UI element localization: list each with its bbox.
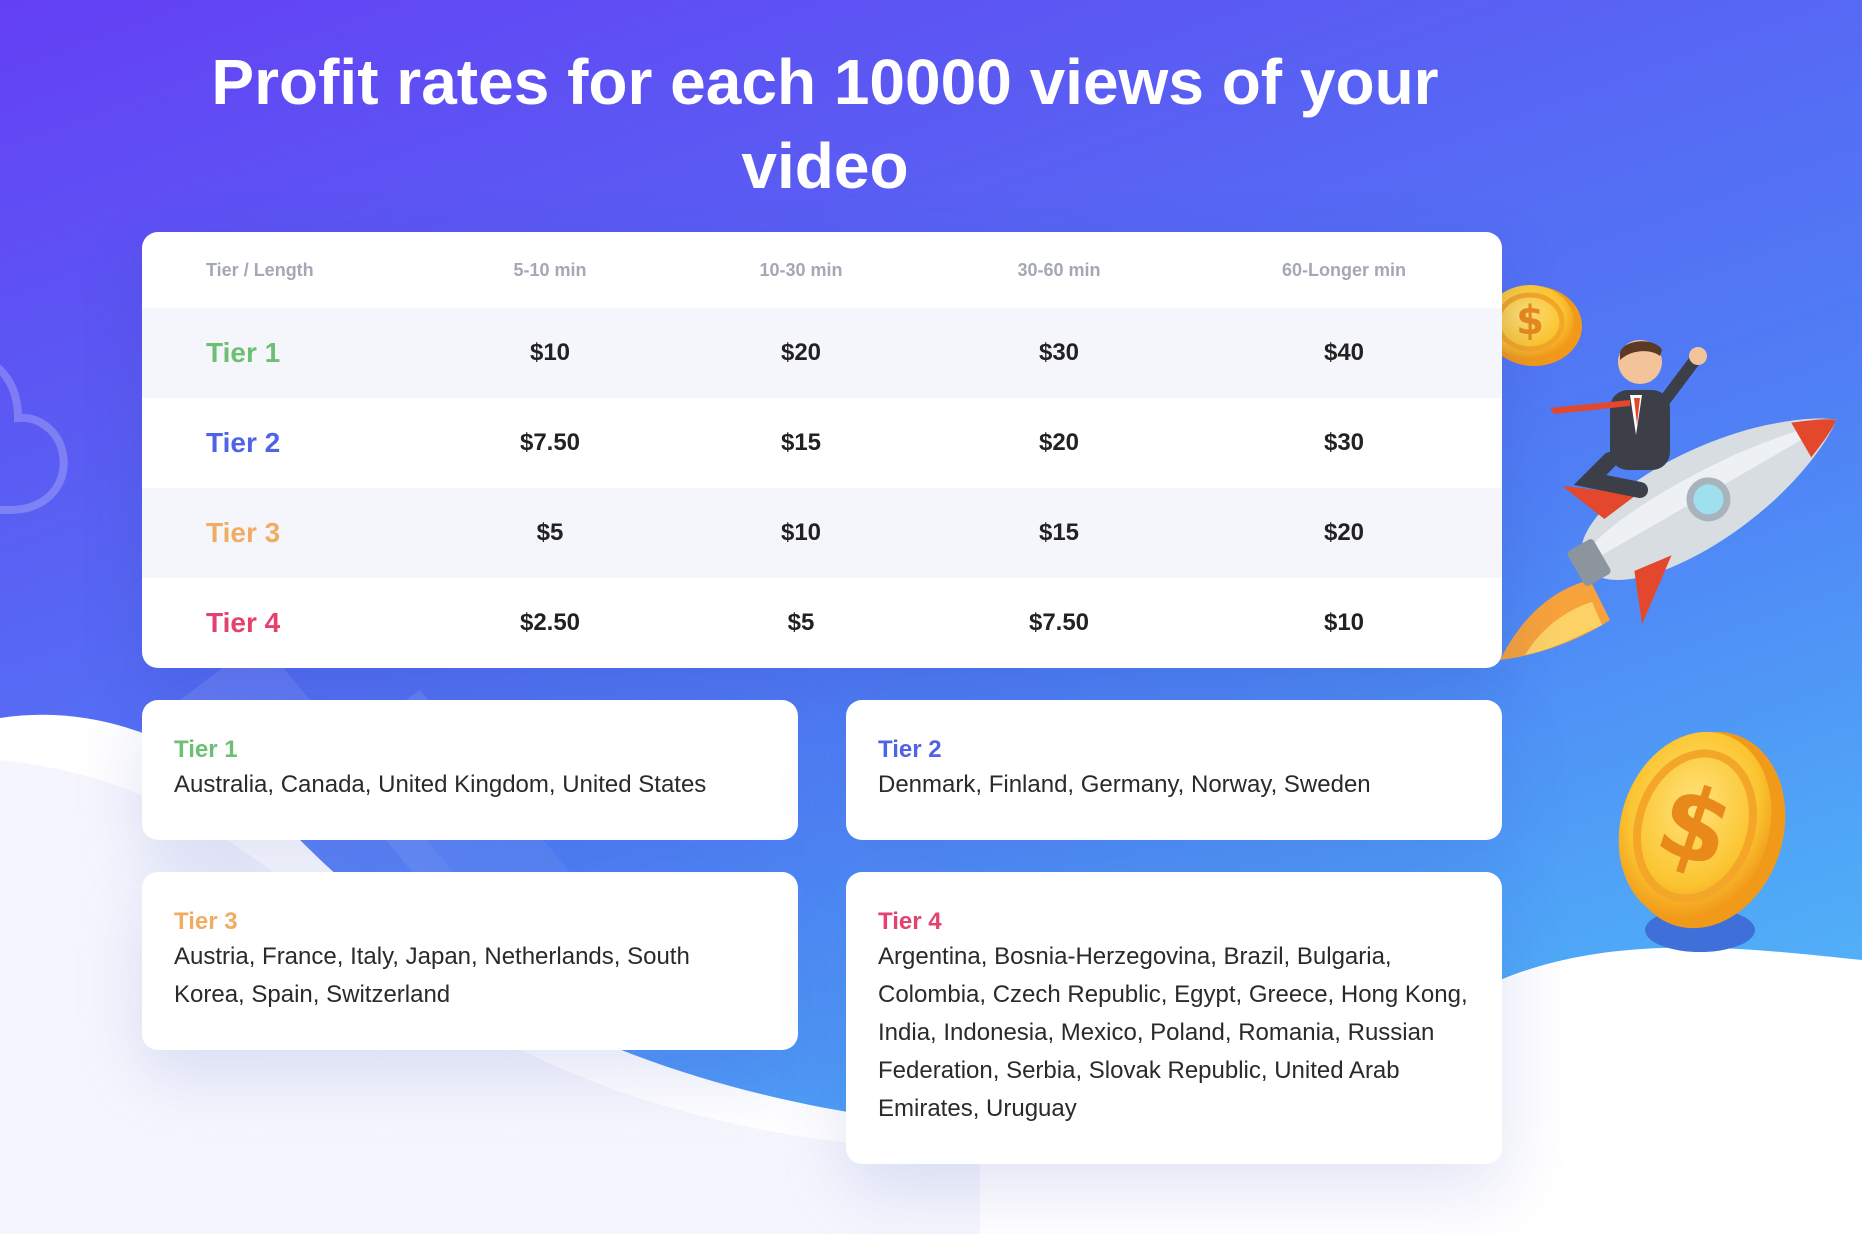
table-header-row: Tier / Length 5-10 min 10-30 min 30-60 m… bbox=[142, 232, 1502, 308]
table-row: Tier 4 $2.50 $5 $7.50 $10 bbox=[142, 578, 1502, 668]
table-row: Tier 1 $10 $20 $30 $40 bbox=[142, 308, 1502, 398]
country-list: Australia, Canada, United Kingdom, Unite… bbox=[174, 771, 707, 798]
tier-label: Tier 1 bbox=[206, 337, 281, 368]
card-title: Tier 1 bbox=[174, 736, 238, 763]
table-cell: $40 bbox=[1323, 339, 1365, 366]
table-row: Tier 2 $7.50 $15 $20 $30 bbox=[142, 398, 1502, 488]
table-cell: $10 bbox=[529, 339, 571, 366]
table-header-cell: 60-Longer min bbox=[1281, 259, 1406, 280]
table-cell: $10 bbox=[1323, 609, 1365, 636]
table-header-cell: 10-30 min bbox=[759, 259, 843, 280]
tier-label: Tier 2 bbox=[206, 427, 281, 458]
rocket-businessman-illustration bbox=[1500, 340, 1836, 660]
table-header-cell: Tier / Length bbox=[206, 259, 314, 280]
card-title: Tier 3 bbox=[174, 908, 238, 935]
table-cell: $20 bbox=[780, 339, 822, 366]
page-title: Profit rates for each 10000 views of you… bbox=[211, 46, 1439, 202]
large-coin-icon: $ bbox=[1618, 731, 1786, 952]
table-cell: $20 bbox=[1038, 429, 1080, 456]
table-cell: $15 bbox=[780, 429, 822, 456]
table-row: Tier 3 $5 $10 $15 $20 bbox=[142, 488, 1502, 578]
table-header-cell: 5-10 min bbox=[513, 259, 587, 280]
table-cell: $7.50 bbox=[519, 429, 581, 456]
table-cell: $5 bbox=[536, 519, 564, 546]
country-list: Denmark, Finland, Germany, Norway, Swede… bbox=[878, 771, 1371, 798]
tier-label: Tier 4 bbox=[206, 607, 281, 638]
table-cell: $15 bbox=[1038, 519, 1080, 546]
card-title: Tier 2 bbox=[878, 736, 942, 763]
svg-text:$: $ bbox=[1516, 298, 1544, 344]
table-cell: $7.50 bbox=[1028, 609, 1090, 636]
tier-1-countries-card: Tier 1 Australia, Canada, United Kingdom… bbox=[142, 700, 798, 840]
table-cell: $10 bbox=[780, 519, 822, 546]
table-header-cell: 30-60 min bbox=[1017, 259, 1101, 280]
country-list: Argentina, Bosnia-Herzegovina, Brazil, B… bbox=[878, 943, 1468, 1122]
tier-label: Tier 3 bbox=[206, 517, 281, 548]
table-cell: $20 bbox=[1323, 519, 1365, 546]
tier-3-countries-card: Tier 3 Austria, France, Italy, Japan, Ne… bbox=[142, 872, 798, 1050]
tier-4-countries-card: Tier 4 Argentina, Bosnia-Herzegovina, Br… bbox=[846, 872, 1502, 1164]
profit-rate-table: Tier / Length 5-10 min 10-30 min 30-60 m… bbox=[142, 232, 1502, 668]
card-title: Tier 4 bbox=[878, 908, 942, 935]
table-cell: $30 bbox=[1038, 339, 1080, 366]
country-list: Austria, France, Italy, Japan, Netherlan… bbox=[174, 943, 690, 1008]
table-cell: $30 bbox=[1323, 429, 1365, 456]
cloud-outline-icon bbox=[0, 364, 68, 514]
tier-2-countries-card: Tier 2 Denmark, Finland, Germany, Norway… bbox=[846, 700, 1502, 840]
table-cell: $2.50 bbox=[519, 609, 581, 636]
table-cell: $5 bbox=[787, 609, 815, 636]
